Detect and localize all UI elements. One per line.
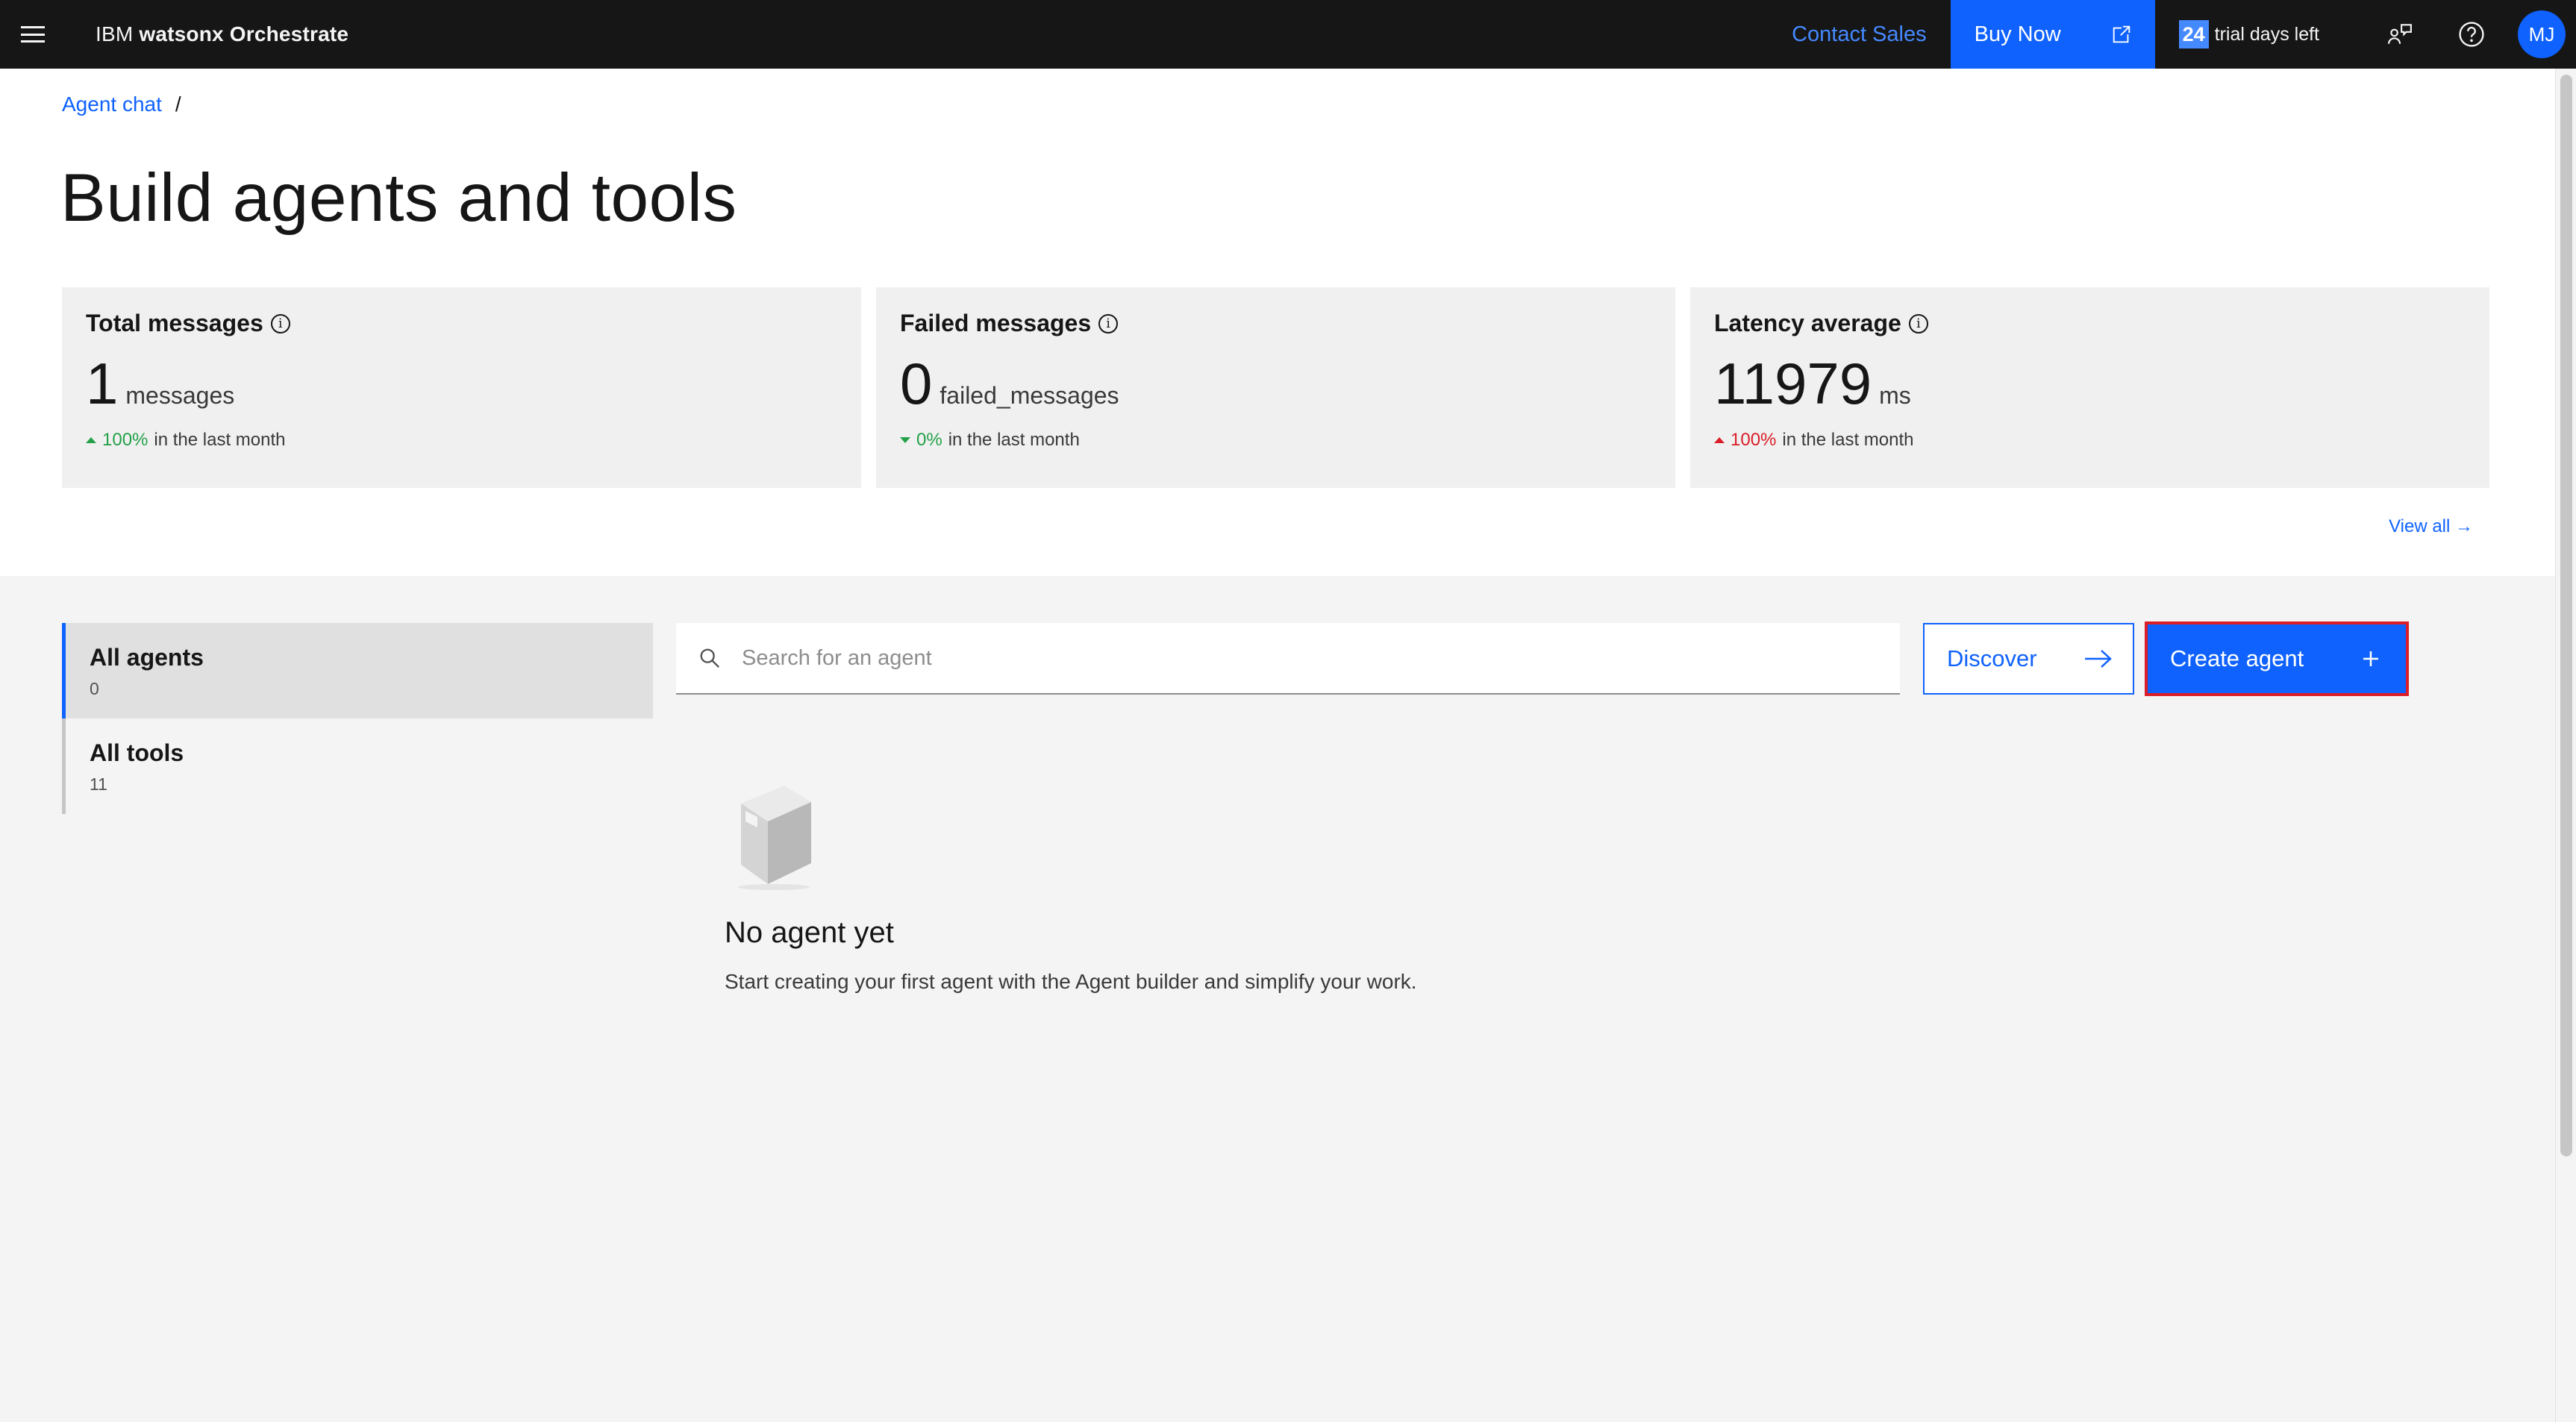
info-icon[interactable]: i xyxy=(1908,313,1928,333)
breadcrumb: Agent chat / xyxy=(62,93,181,116)
stat-value-row: 11979 ms xyxy=(1714,354,2466,413)
discover-button[interactable]: Discover xyxy=(1923,623,2134,695)
menu-icon xyxy=(21,26,45,43)
search-input[interactable] xyxy=(742,645,1861,671)
empty-state-title: No agent yet xyxy=(725,916,894,949)
nav-item-label: All tools xyxy=(90,739,184,766)
nav-item-all-tools[interactable]: All tools 11 xyxy=(62,718,653,814)
empty-state-illustration xyxy=(725,772,822,895)
help-icon xyxy=(2459,22,2484,47)
stat-trend: 100% in the last month xyxy=(86,430,837,451)
breadcrumb-agent-chat[interactable]: Agent chat xyxy=(62,93,162,116)
buy-now-label: Buy Now xyxy=(1974,22,2061,46)
agent-tool-nav: All agents 0 All tools 11 xyxy=(62,623,653,814)
stat-trend-text: in the last month xyxy=(154,430,286,450)
top-header: IBM watsonx Orchestrate Contact Sales Bu… xyxy=(0,0,2576,69)
stat-unit: failed_messages xyxy=(940,382,1119,409)
stat-value: 1 xyxy=(86,351,119,416)
stat-label: Failed messages i xyxy=(900,310,1651,337)
page-scrollbar[interactable] xyxy=(2555,69,2576,1422)
user-avatar[interactable]: MJ xyxy=(2518,10,2566,58)
feedback-button[interactable] xyxy=(2364,0,2436,69)
header-actions: Contact Sales Buy Now 24 trial days left xyxy=(1792,0,2576,69)
stat-label: Total messages i xyxy=(86,310,837,337)
help-button[interactable] xyxy=(2436,0,2507,69)
info-icon[interactable]: i xyxy=(270,313,290,333)
caret-down-icon xyxy=(900,437,910,443)
launch-icon xyxy=(2113,25,2130,43)
agent-search xyxy=(676,623,1900,695)
stat-label-text: Total messages xyxy=(86,310,263,336)
stat-trend: 0% in the last month xyxy=(900,430,1651,451)
stat-trend-percent: 100% xyxy=(1731,430,1777,450)
stat-trend-percent: 100% xyxy=(102,430,149,450)
empty-state-description: Start creating your first agent with the… xyxy=(725,970,1417,993)
trial-days-label: trial days left xyxy=(2214,23,2319,45)
overview-section: Agent chat / Build agents and tools Tota… xyxy=(0,69,2555,576)
stat-trend: 100% in the last month xyxy=(1714,430,2466,451)
breadcrumb-separator: / xyxy=(175,93,181,116)
failed-messages-card: Failed messages i 0 failed_messages 0% i… xyxy=(876,287,1675,488)
arrow-right-icon xyxy=(2085,650,2112,668)
brand-prefix: IBM xyxy=(96,22,134,46)
scrollbar-thumb[interactable] xyxy=(2560,75,2572,1156)
total-messages-card: Total messages i 1 messages 100% in the … xyxy=(62,287,861,488)
create-agent-button[interactable]: Create agent xyxy=(2145,621,2409,696)
nav-item-all-agents[interactable]: All agents 0 xyxy=(62,623,653,718)
stat-label-text: Latency average xyxy=(1714,310,1901,336)
contact-sales-link[interactable]: Contact Sales xyxy=(1792,22,1927,47)
caret-up-icon xyxy=(1714,437,1725,443)
stat-value-row: 0 failed_messages xyxy=(900,354,1651,413)
trial-indicator: 24 trial days left xyxy=(2178,20,2319,48)
search-icon xyxy=(700,648,720,668)
stat-trend-text: in the last month xyxy=(948,430,1080,450)
stat-value: 0 xyxy=(900,351,933,416)
brand-name: watsonx Orchestrate xyxy=(139,22,349,46)
trial-days-count: 24 xyxy=(2178,20,2209,48)
stat-trend-percent: 0% xyxy=(916,430,942,450)
stat-value-row: 1 messages xyxy=(86,354,837,413)
nav-item-count: 0 xyxy=(90,679,99,698)
buy-now-button[interactable]: Buy Now xyxy=(1950,0,2155,69)
box-icon xyxy=(738,786,811,890)
menu-button[interactable] xyxy=(0,0,66,69)
stat-unit: ms xyxy=(1879,382,1911,409)
discover-label: Discover xyxy=(1947,645,2037,671)
user-feedback-icon xyxy=(2388,24,2412,44)
stat-label: Latency average i xyxy=(1714,310,2466,337)
stat-trend-text: in the last month xyxy=(1782,430,1914,450)
view-all-link[interactable]: View all → xyxy=(2389,516,2473,537)
app-brand[interactable]: IBM watsonx Orchestrate xyxy=(96,22,348,46)
stat-unit: messages xyxy=(125,382,235,409)
nav-item-count: 11 xyxy=(90,774,107,794)
latency-average-card: Latency average i 11979 ms 100% in the l… xyxy=(1690,287,2489,488)
stat-label-text: Failed messages xyxy=(900,310,1092,336)
stat-value: 11979 xyxy=(1714,351,1872,416)
page-title: Build agents and tools xyxy=(60,160,737,236)
nav-item-label: All agents xyxy=(90,644,204,671)
info-icon[interactable]: i xyxy=(1098,313,1119,333)
caret-up-icon xyxy=(86,437,96,443)
create-agent-label: Create agent xyxy=(2170,645,2304,671)
add-icon xyxy=(2363,651,2378,666)
